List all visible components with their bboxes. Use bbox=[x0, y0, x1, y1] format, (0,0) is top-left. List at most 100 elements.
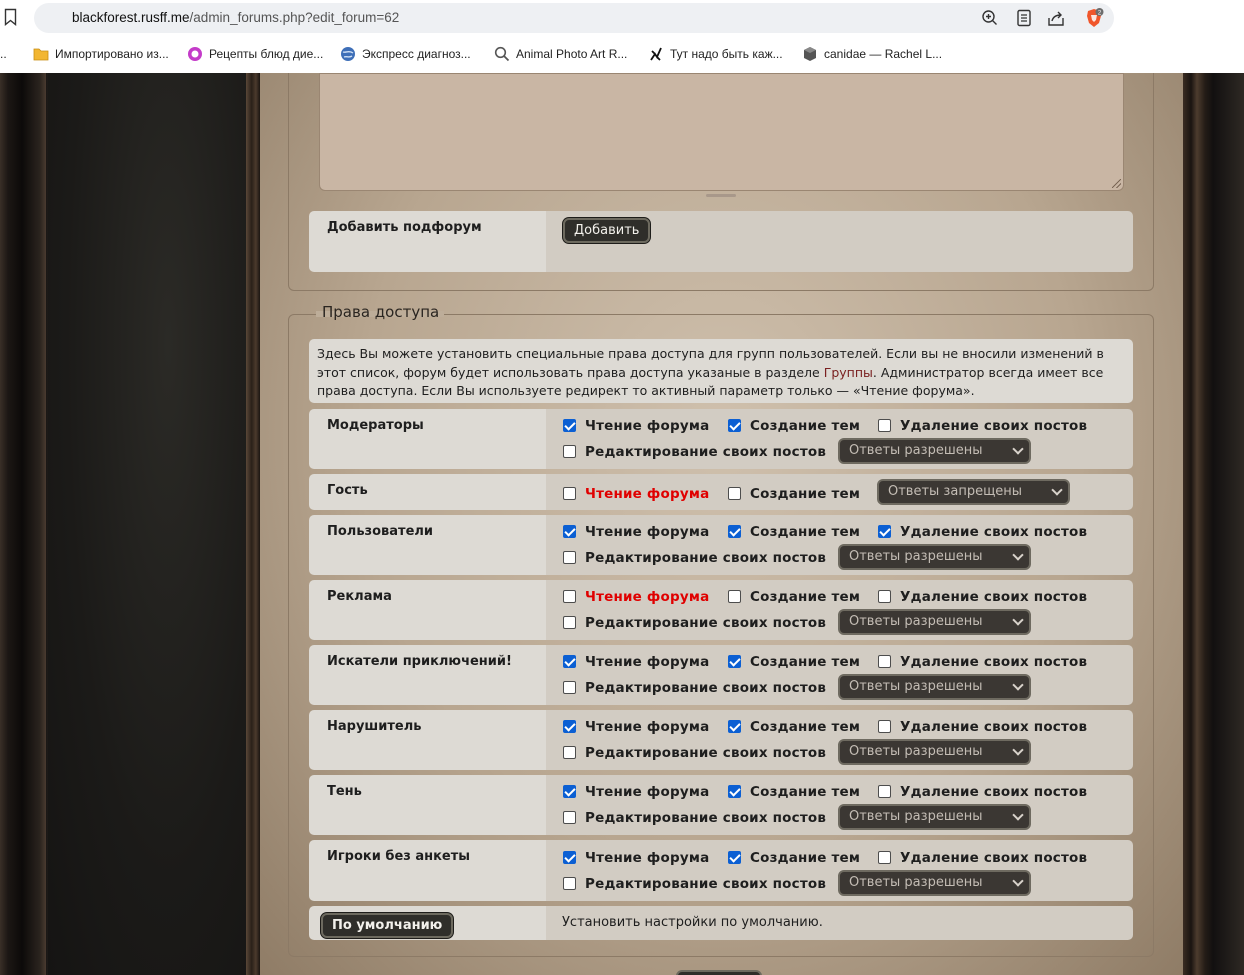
group-name: Гость bbox=[309, 474, 546, 510]
delete-posts-checkbox[interactable] bbox=[878, 655, 891, 668]
reader-mode-icon[interactable] bbox=[1014, 8, 1034, 28]
create-topics-label[interactable]: Создание тем bbox=[750, 486, 860, 502]
delete-posts-label[interactable]: Удаление своих постов bbox=[900, 719, 1087, 735]
delete-posts-label[interactable]: Удаление своих постов bbox=[900, 850, 1087, 866]
figure-icon bbox=[648, 46, 664, 62]
create-topics-checkbox[interactable] bbox=[728, 487, 741, 500]
read-forum-checkbox[interactable] bbox=[563, 525, 576, 538]
delete-posts-checkbox[interactable] bbox=[878, 419, 891, 432]
replies-select[interactable]: Ответы запрещены bbox=[877, 479, 1070, 505]
bookmark-item[interactable]: canidae — Rachel L... bbox=[802, 44, 942, 64]
bookmark-item[interactable]: Тут надо быть каж... bbox=[648, 44, 783, 64]
group-row-adventurers: Искатели приключений! Чтение форума Созд… bbox=[309, 645, 1133, 705]
read-forum-checkbox[interactable] bbox=[563, 590, 576, 603]
delete-posts-label[interactable]: Удаление своих постов bbox=[900, 784, 1087, 800]
replies-select[interactable]: Ответы разрешены bbox=[838, 438, 1031, 464]
read-forum-label[interactable]: Чтение форума bbox=[585, 589, 709, 605]
read-forum-label[interactable]: Чтение форума bbox=[585, 850, 709, 866]
create-topics-label[interactable]: Создание тем bbox=[750, 719, 860, 735]
brave-shield-icon[interactable]: 2 bbox=[1084, 8, 1104, 28]
add-subforum-button[interactable]: Добавить bbox=[563, 218, 651, 243]
chevron-down-icon bbox=[1012, 614, 1024, 626]
group-name: Реклама bbox=[309, 580, 546, 640]
edit-posts-label[interactable]: Редактирование своих постов bbox=[585, 876, 826, 892]
read-forum-label[interactable]: Чтение форума bbox=[585, 784, 709, 800]
bookmark-page-icon[interactable] bbox=[4, 8, 17, 26]
edit-posts-label[interactable]: Редактирование своих постов bbox=[585, 444, 826, 460]
bookmark-label: Экспресс диагноз... bbox=[362, 47, 471, 61]
forum-description-textarea[interactable] bbox=[319, 73, 1124, 191]
bookmark-item[interactable]: Animal Photo Art R... bbox=[494, 44, 627, 64]
create-topics-label[interactable]: Создание тем bbox=[750, 654, 860, 670]
edit-posts-label[interactable]: Редактирование своих постов bbox=[585, 680, 826, 696]
create-topics-label[interactable]: Создание тем bbox=[750, 589, 860, 605]
create-topics-label[interactable]: Создание тем bbox=[750, 784, 860, 800]
edit-posts-label[interactable]: Редактирование своих постов bbox=[585, 745, 826, 761]
create-topics-checkbox[interactable] bbox=[728, 419, 741, 432]
zoom-icon[interactable] bbox=[980, 8, 1000, 28]
share-icon[interactable] bbox=[1046, 8, 1066, 28]
delete-posts-checkbox[interactable] bbox=[878, 525, 891, 538]
delete-posts-label[interactable]: Удаление своих постов bbox=[900, 589, 1087, 605]
edit-posts-label[interactable]: Редактирование своих постов bbox=[585, 810, 826, 826]
bookmark-item[interactable]: Рецепты блюд дие... bbox=[187, 44, 323, 64]
replies-select[interactable]: Ответы разрешены bbox=[838, 609, 1031, 635]
groups-link[interactable]: Группы bbox=[824, 365, 873, 380]
create-topics-checkbox[interactable] bbox=[728, 525, 741, 538]
delete-posts-label[interactable]: Удаление своих постов bbox=[900, 654, 1087, 670]
replies-select[interactable]: Ответы разрешены bbox=[838, 739, 1031, 765]
read-forum-label[interactable]: Чтение форума bbox=[585, 418, 709, 434]
create-topics-checkbox[interactable] bbox=[728, 851, 741, 864]
create-topics-label[interactable]: Создание тем bbox=[750, 418, 860, 434]
read-forum-label[interactable]: Чтение форума bbox=[585, 486, 709, 502]
replies-select[interactable]: Ответы разрешены bbox=[838, 870, 1031, 896]
bookmark-label: Импортировано из... bbox=[55, 47, 169, 61]
edit-posts-checkbox[interactable] bbox=[563, 551, 576, 564]
bookmark-item[interactable]: Импортировано из... bbox=[33, 44, 169, 64]
default-button[interactable]: По умолчанию bbox=[321, 913, 454, 938]
replies-select[interactable]: Ответы разрешены bbox=[838, 804, 1031, 830]
edit-posts-checkbox[interactable] bbox=[563, 877, 576, 890]
create-topics-checkbox[interactable] bbox=[728, 655, 741, 668]
edit-posts-checkbox[interactable] bbox=[563, 616, 576, 629]
group-row-guest: Гость Чтение форума Создание тем Ответы … bbox=[309, 474, 1133, 510]
replies-select[interactable]: Ответы разрешены bbox=[838, 674, 1031, 700]
edit-posts-checkbox[interactable] bbox=[563, 746, 576, 759]
bookmark-overflow[interactable]: .. bbox=[0, 44, 7, 64]
submit-button-partial[interactable] bbox=[676, 970, 762, 975]
read-forum-checkbox[interactable] bbox=[563, 851, 576, 864]
delete-posts-checkbox[interactable] bbox=[878, 590, 891, 603]
read-forum-label[interactable]: Чтение форума bbox=[585, 654, 709, 670]
read-forum-label[interactable]: Чтение форума bbox=[585, 719, 709, 735]
read-forum-checkbox[interactable] bbox=[563, 720, 576, 733]
url-text[interactable]: blackforest.rusff.me/admin_forums.php?ed… bbox=[72, 10, 399, 25]
address-bar[interactable]: blackforest.rusff.me/admin_forums.php?ed… bbox=[34, 3, 1114, 33]
edit-posts-label[interactable]: Редактирование своих постов bbox=[585, 550, 826, 566]
resize-grip-icon[interactable] bbox=[1112, 179, 1121, 188]
bookmark-item[interactable]: Экспресс диагноз... bbox=[340, 44, 471, 64]
create-topics-checkbox[interactable] bbox=[728, 720, 741, 733]
read-forum-label[interactable]: Чтение форума bbox=[585, 524, 709, 540]
read-forum-checkbox[interactable] bbox=[563, 655, 576, 668]
edit-posts-checkbox[interactable] bbox=[563, 811, 576, 824]
textarea-resize-bar[interactable] bbox=[706, 194, 736, 197]
edit-posts-checkbox[interactable] bbox=[563, 445, 576, 458]
delete-posts-checkbox[interactable] bbox=[878, 851, 891, 864]
create-topics-label[interactable]: Создание тем bbox=[750, 850, 860, 866]
read-forum-checkbox[interactable] bbox=[563, 419, 576, 432]
read-forum-checkbox[interactable] bbox=[563, 785, 576, 798]
delete-posts-label[interactable]: Удаление своих постов bbox=[900, 418, 1087, 434]
delete-posts-checkbox[interactable] bbox=[878, 785, 891, 798]
create-topics-label[interactable]: Создание тем bbox=[750, 524, 860, 540]
edit-posts-label[interactable]: Редактирование своих постов bbox=[585, 615, 826, 631]
create-topics-checkbox[interactable] bbox=[728, 785, 741, 798]
read-forum-checkbox[interactable] bbox=[563, 487, 576, 500]
content-frame-right bbox=[1183, 73, 1244, 975]
replies-select-value: Ответы разрешены bbox=[849, 875, 983, 890]
delete-posts-checkbox[interactable] bbox=[878, 720, 891, 733]
edit-posts-checkbox[interactable] bbox=[563, 681, 576, 694]
replies-select[interactable]: Ответы разрешены bbox=[838, 544, 1031, 570]
replies-select-value: Ответы разрешены bbox=[849, 614, 983, 629]
delete-posts-label[interactable]: Удаление своих постов bbox=[900, 524, 1087, 540]
create-topics-checkbox[interactable] bbox=[728, 590, 741, 603]
